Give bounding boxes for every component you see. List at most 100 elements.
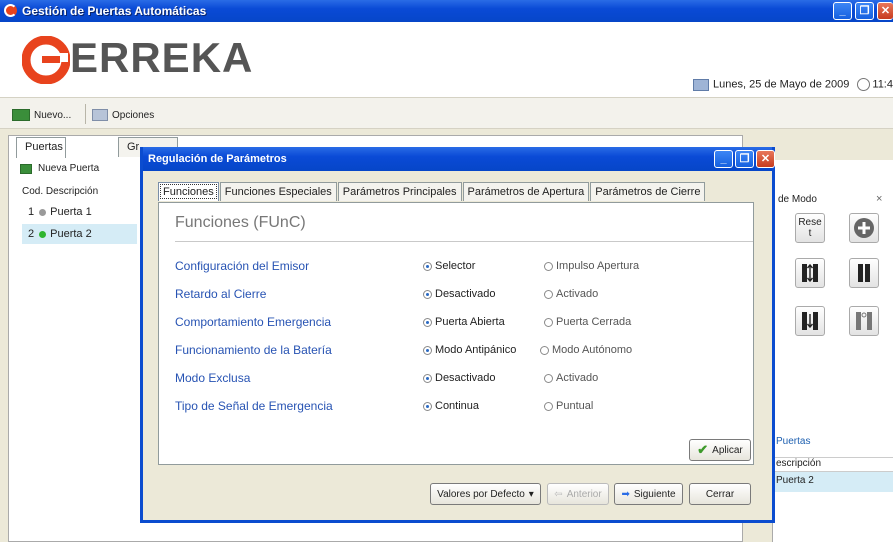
calendar-icon <box>693 78 709 91</box>
open-mode-button[interactable] <box>849 306 879 336</box>
close-window-button[interactable]: ✕ <box>877 2 893 20</box>
puertas-section-title: Puertas <box>776 436 811 447</box>
param-label: Modo Exclusa <box>175 371 251 385</box>
close-label: Cerrar <box>705 488 735 500</box>
tab-parametros-apertura[interactable]: Parámetros de Apertura <box>462 182 590 201</box>
radio-option[interactable]: Continua <box>423 400 479 412</box>
radio-icon <box>544 261 553 271</box>
dropdown-arrow-icon: ▾ <box>528 488 534 500</box>
radio-label: Puerta Abierta <box>435 316 505 328</box>
tab-puertas[interactable]: Puertas <box>16 137 66 158</box>
radio-option[interactable]: Modo Autónomo <box>540 344 632 356</box>
radio-label: Modo Antipánico <box>435 344 517 356</box>
radio-selected-icon <box>423 401 432 411</box>
new-door-icon <box>20 163 32 174</box>
window-titlebar: Gestión de Puertas Automáticas _ ❐ ✕ <box>0 0 893 22</box>
door-row-selected[interactable]: 2 Puerta 2 <box>22 224 137 244</box>
date-text: Lunes, 25 de Mayo de 2009 <box>713 78 850 91</box>
dialog-tabs: Funciones Funciones Especiales Parámetro… <box>158 182 706 202</box>
doors-list-header: Cod. Descripción <box>22 186 142 197</box>
tab-funciones[interactable]: Funciones <box>158 182 219 201</box>
radio-label: Selector <box>435 260 476 272</box>
radio-label: Activado <box>556 288 599 300</box>
radio-selected-icon <box>423 317 432 327</box>
section-title: Funciones (FUnC) <box>175 214 306 231</box>
mode-panel-close-button[interactable]: × <box>876 193 882 205</box>
main-toolbar: Nuevo... Opciones <box>0 97 893 129</box>
app-logo-icon <box>4 4 17 17</box>
apply-button[interactable]: ✔ Aplicar <box>689 439 751 461</box>
radio-icon <box>544 401 553 411</box>
mode-panel-title: de Modo <box>778 194 817 205</box>
reset-button[interactable]: Rese t <box>795 213 825 243</box>
puertas-col-descripcion: escripción <box>772 457 893 472</box>
radio-option[interactable]: Puerta Cerrada <box>544 316 631 328</box>
radio-option[interactable]: Puntual <box>544 400 593 412</box>
radio-icon <box>544 289 553 299</box>
radio-option[interactable]: Desactivado <box>423 372 496 384</box>
funciones-tab-content: Funciones (FUnC) Configuración del Emiso… <box>158 202 754 465</box>
radio-option[interactable]: Selector <box>423 260 475 272</box>
radio-label: Impulso Apertura <box>556 260 640 272</box>
radio-option[interactable]: Puerta Abierta <box>423 316 505 328</box>
logo-text: ERREKA <box>70 34 254 81</box>
radio-option[interactable]: Modo Antipánico <box>423 344 516 356</box>
param-label: Retardo al Cierre <box>175 287 267 301</box>
tab-parametros-principales[interactable]: Parámetros Principales <box>337 182 462 201</box>
radio-label: Activado <box>556 372 599 384</box>
options-button-label: Opciones <box>112 109 155 121</box>
time-text: 11:4 <box>872 78 893 91</box>
previous-button[interactable]: ⇦ Anterior <box>547 483 609 505</box>
param-label: Configuración del Emisor <box>175 259 310 273</box>
door-name: Puerta 2 <box>50 228 92 240</box>
param-label: Tipo de Señal de Emergencia <box>175 399 333 413</box>
radio-option[interactable]: Desactivado <box>423 288 496 300</box>
clock-icon <box>857 78 871 91</box>
door-row[interactable]: 1 Puerta 1 <box>22 202 142 222</box>
apply-label: Aplicar <box>712 444 743 456</box>
tab-funciones-especiales[interactable]: Funciones Especiales <box>219 182 337 201</box>
erreka-logo-icon <box>22 36 70 84</box>
pause-icon <box>858 264 870 282</box>
add-mode-button[interactable] <box>849 213 879 243</box>
defaults-dropdown-button[interactable]: Valores por Defecto ▾ <box>430 483 541 505</box>
door-name: Puerta 1 <box>50 206 92 218</box>
window-title: Gestión de Puertas Automáticas <box>22 4 207 18</box>
dialog-close-button[interactable]: ✕ <box>756 150 775 168</box>
new-button[interactable]: Nuevo... <box>12 106 71 124</box>
section-divider <box>175 241 753 242</box>
radio-option[interactable]: Activado <box>544 288 598 300</box>
radio-option[interactable]: Activado <box>544 372 598 384</box>
options-button[interactable]: Opciones <box>92 106 154 124</box>
bidirectional-mode-button[interactable] <box>795 258 825 288</box>
dialog-maximize-button[interactable]: ❐ <box>735 150 754 168</box>
door-cod: 2 <box>28 228 35 240</box>
date-time-display: Lunes, 25 de Mayo de 2009 11:4 <box>693 78 893 91</box>
new-door-label: Nueva Puerta <box>38 163 100 174</box>
param-label: Comportamiento Emergencia <box>175 315 332 329</box>
exit-only-mode-button[interactable] <box>795 306 825 336</box>
close-dialog-button[interactable]: Cerrar <box>689 483 751 505</box>
next-button[interactable]: ➡ Siguiente <box>614 483 683 505</box>
options-icon <box>92 109 108 121</box>
defaults-label: Valores por Defecto <box>437 488 525 500</box>
app-header: ERREKA Lunes, 25 de Mayo de 2009 11:4 <box>0 22 893 97</box>
radio-selected-icon <box>423 345 432 355</box>
col-cod: Cod. <box>22 186 44 197</box>
minimize-button[interactable]: _ <box>833 2 852 20</box>
radio-label: Desactivado <box>435 288 496 300</box>
radio-icon <box>544 317 553 327</box>
radio-label: Desactivado <box>435 372 496 384</box>
plus-icon <box>854 218 874 238</box>
radio-option[interactable]: Impulso Apertura <box>544 260 639 272</box>
status-dot-icon <box>39 230 47 238</box>
door-cod: 1 <box>28 206 35 218</box>
puertas-row[interactable]: Puerta 2 <box>772 472 893 492</box>
maximize-button[interactable]: ❐ <box>855 2 874 20</box>
new-door-button[interactable]: Nueva Puerta <box>20 163 99 174</box>
tab-parametros-cierre[interactable]: Parámetros de Cierre <box>590 182 706 201</box>
param-label: Funcionamiento de la Batería <box>175 343 332 357</box>
radio-selected-icon <box>423 373 432 383</box>
closed-mode-button[interactable] <box>849 258 879 288</box>
dialog-minimize-button[interactable]: _ <box>714 150 733 168</box>
